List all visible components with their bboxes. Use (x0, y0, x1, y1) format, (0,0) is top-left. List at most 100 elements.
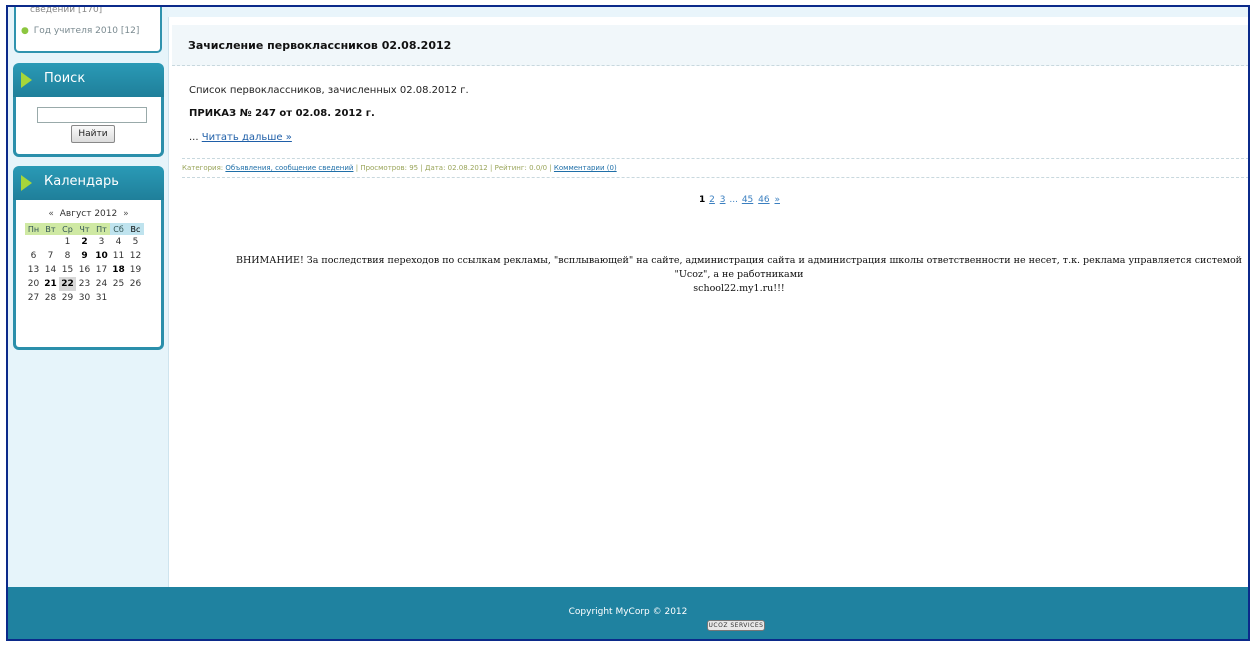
calendar-weekday: Пт (93, 223, 110, 235)
calendar-block: Календарь « Август 2012 » Пн Вт Ср Чт Пт Сб Вс… (13, 166, 164, 350)
calendar-block-body: « Август 2012 » Пн Вт Ср Чт Пт Сб Вс 123456789… (13, 200, 164, 350)
ads-warning-line1: ВНИМАНИЕ! За последствия переходов по сс… (235, 255, 1243, 280)
calendar-day: 28 (44, 293, 57, 303)
calendar-day: 24 (95, 279, 108, 289)
calendar-day: 30 (78, 293, 91, 303)
read-more: ... Читать дальше » (189, 132, 292, 143)
calendar-day: 8 (64, 251, 71, 261)
meta-views: Просмотров: 95 (360, 164, 419, 172)
calendar-day: 31 (95, 293, 108, 303)
calendar-day: 25 (112, 279, 125, 289)
bullet-icon: ● (21, 26, 29, 36)
calendar-day: 29 (61, 293, 74, 303)
meta-separator: | (549, 164, 552, 172)
calendar-prev-link[interactable]: « (48, 209, 54, 219)
read-more-prefix: ... (189, 132, 199, 143)
calendar-weekday: Сб (110, 223, 127, 235)
calendar-day: 16 (78, 265, 91, 275)
category-item-label: Год учителя 2010 [12] (33, 26, 140, 36)
calendar-day: 11 (112, 251, 125, 261)
category-item-teacher-year[interactable]: ● Год учителя 2010 [12] (21, 26, 139, 36)
meta-comments-link[interactable]: Комментарии (0) (554, 164, 617, 172)
calendar-day[interactable]: 18 (110, 263, 127, 277)
calendar-day: 20 (27, 279, 40, 289)
post-meta: Категория: Объявления, сообщение сведени… (182, 158, 1248, 178)
ads-warning-line2: school22.my1.ru!!! (693, 283, 785, 294)
calendar-empty-cell (110, 291, 127, 305)
calendar-month-nav: « Август 2012 » (16, 209, 161, 219)
calendar-next-link[interactable]: » (123, 209, 129, 219)
calendar-empty-cell (127, 291, 144, 305)
calendar-day: 14 (44, 265, 57, 275)
meta-date: Дата: 02.08.2012 (424, 164, 488, 172)
calendar-day: 5 (132, 237, 139, 247)
meta-separator: | (420, 164, 423, 172)
arrow-right-icon (21, 72, 32, 88)
calendar-day: 23 (78, 279, 91, 289)
calendar-weekday: Пн (25, 223, 42, 235)
calendar-block-title: Календарь (44, 174, 119, 189)
categories-block: сведений [170] ● Год учителя 2010 [12] (14, 7, 162, 53)
post-header: Зачисление первоклассников 02.08.2012 (172, 25, 1248, 66)
calendar-weekday: Вс (127, 223, 144, 235)
pager-ellipsis: ... (729, 195, 738, 205)
calendar-day: 3 (98, 237, 105, 247)
post-intro: Список первоклассников, зачисленных 02.0… (189, 85, 469, 96)
calendar-day[interactable]: 21 (42, 277, 59, 291)
calendar-week-row: 13 14 15 16 17 18 19 (25, 263, 144, 277)
calendar-month-label[interactable]: Август 2012 (60, 209, 117, 219)
calendar-weekday: Ср (59, 223, 76, 235)
post-order: ПРИКАЗ № 247 от 02.08. 2012 г. (189, 108, 375, 119)
search-block-header: Поиск (13, 63, 164, 97)
calendar-day: 27 (27, 293, 40, 303)
calendar-day: 1 (64, 237, 71, 247)
pager-link[interactable]: 3 (720, 195, 726, 205)
pager-link[interactable]: 2 (709, 195, 715, 205)
search-input[interactable] (37, 107, 147, 123)
calendar-week-row: 20 21 22 23 24 25 26 (25, 277, 144, 291)
calendar-week-row: 12345 (25, 235, 144, 249)
search-button[interactable]: Найти (71, 125, 115, 143)
main-content: Зачисление первоклассников 02.08.2012 Сп… (168, 17, 1248, 587)
calendar-day: 6 (30, 251, 37, 261)
meta-separator: | (490, 164, 493, 172)
calendar-day: 12 (129, 251, 142, 261)
calendar-day[interactable]: 9 (76, 249, 93, 263)
calendar-table: Пн Вт Ср Чт Пт Сб Вс 1 2 3 4 5 6 7 8 9 10 11 12 13 14 15 16 17… (25, 223, 144, 305)
read-more-link[interactable]: Читать дальше » (202, 132, 292, 143)
pager-current: 1 (699, 195, 706, 205)
calendar-week-row: 27 28 29 30 31 (25, 291, 144, 305)
calendar-block-header: Календарь (13, 166, 164, 200)
calendar-day[interactable]: 22 (59, 277, 76, 291)
pager-link[interactable]: 46 (758, 195, 769, 205)
calendar-day[interactable]: 2 (76, 235, 93, 249)
calendar-day: 4 (115, 237, 122, 247)
calendar-day: 15 (61, 265, 74, 275)
pagination: 1 2 3 ... 45 46 » (699, 195, 781, 205)
page-frame: сведений [170] ● Год учителя 2010 [12] П… (6, 5, 1250, 641)
meta-category-link[interactable]: Объявления, сообщение сведений (225, 164, 353, 172)
post-title[interactable]: Зачисление первоклассников 02.08.2012 (188, 39, 451, 52)
ads-warning: ВНИМАНИЕ! За последствия переходов по сс… (219, 254, 1248, 296)
calendar-day: 17 (95, 265, 108, 275)
category-cut-text: сведений [170] (30, 5, 103, 15)
calendar-day[interactable]: 10 (93, 249, 110, 263)
calendar-day: 7 (47, 251, 54, 261)
ucoz-services-badge[interactable]: UCOZ SERVICES (707, 620, 765, 631)
calendar-week-row: 6 7 8 9 10 11 12 (25, 249, 144, 263)
meta-category-label: Категория: (182, 164, 224, 172)
arrow-right-icon (21, 175, 32, 191)
meta-rating: Рейтинг: 0.0/0 (494, 164, 548, 172)
calendar-day: 26 (129, 279, 142, 289)
calendar-weekday: Чт (76, 223, 93, 235)
calendar-weekday: Вт (42, 223, 59, 235)
pager-link[interactable]: 45 (742, 195, 753, 205)
pager-next-link[interactable]: » (774, 195, 780, 205)
search-block-body: Найти (13, 97, 164, 157)
calendar-empty-cell (42, 235, 59, 249)
sidebar: сведений [170] ● Год учителя 2010 [12] П… (8, 7, 168, 587)
search-block-title: Поиск (44, 71, 86, 86)
calendar-day: 13 (27, 265, 40, 275)
calendar-empty-cell (25, 235, 42, 249)
footer: Copyright MyCorp © 2012 UCOZ SERVICES (8, 587, 1248, 639)
